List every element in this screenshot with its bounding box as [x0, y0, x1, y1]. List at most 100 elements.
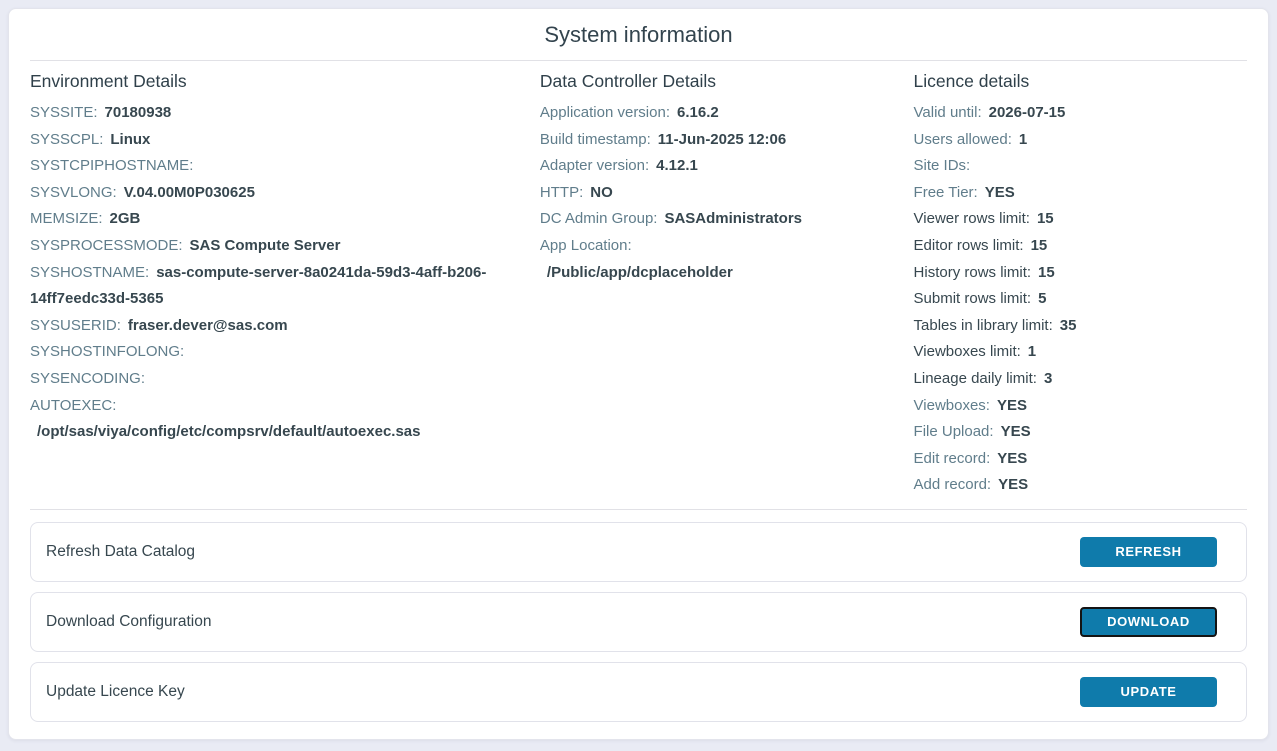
- section-title-environment: Environment Details: [30, 71, 526, 92]
- info-value: 35: [1060, 317, 1077, 334]
- info-label: Adapter version:: [540, 157, 649, 174]
- info-row: SYSSCPL: Linux: [30, 127, 526, 154]
- info-value: YES: [997, 397, 1027, 414]
- info-value: 15: [1031, 237, 1048, 254]
- info-label: Add record:: [914, 476, 992, 493]
- info-row: SYSHOSTNAME:sas-compute-server-8a0241da-…: [30, 260, 526, 313]
- info-row: Users allowed: 1: [914, 127, 1233, 154]
- info-row: Submit rows limit:5: [914, 286, 1233, 313]
- info-value: 4.12.1: [656, 157, 698, 174]
- info-value: YES: [1001, 423, 1031, 440]
- info-row: SYSUSERID: fraser.dever@sas.com: [30, 313, 526, 340]
- actions-divider: [30, 509, 1247, 510]
- info-label: Site IDs:: [914, 157, 971, 174]
- info-label: Free Tier:: [914, 184, 978, 201]
- info-value: 15: [1037, 210, 1054, 227]
- system-information-card: System information Environment Details S…: [8, 8, 1269, 740]
- info-label: SYSHOSTNAME:: [30, 264, 149, 281]
- info-value: fraser.dever@sas.com: [128, 317, 288, 334]
- info-label: Lineage daily limit:: [914, 370, 1037, 387]
- action-label: Refresh Data Catalog: [46, 543, 195, 561]
- info-label: HTTP:: [540, 184, 583, 201]
- info-label: SYSVLONG:: [30, 184, 117, 201]
- info-row: History rows limit: 15: [914, 260, 1233, 287]
- page-title: System information: [30, 22, 1247, 61]
- info-label: SYSHOSTINFOLONG:: [30, 343, 184, 360]
- info-label: Application version:: [540, 104, 670, 121]
- info-row: Site IDs:: [914, 153, 1233, 180]
- info-row: SYSPROCESSMODE: SAS Compute Server: [30, 233, 526, 260]
- info-row: SYSVLONG: V.04.00M0P030625: [30, 180, 526, 207]
- info-value: NO: [590, 184, 613, 201]
- info-label: MEMSIZE:: [30, 210, 103, 227]
- info-row: SYSSITE:70180938: [30, 100, 526, 127]
- licence-details-section: Licence details Valid until: 2026-07-15 U…: [914, 67, 1247, 499]
- info-row: MEMSIZE: 2GB: [30, 206, 526, 233]
- info-label: DC Admin Group:: [540, 210, 658, 227]
- info-value: YES: [998, 476, 1028, 493]
- info-row: Lineage daily limit: 3: [914, 366, 1233, 393]
- info-label: Viewboxes limit:: [914, 343, 1021, 360]
- details-columns: Environment Details SYSSITE:70180938 SYS…: [22, 67, 1255, 499]
- refresh-button[interactable]: REFRESH: [1080, 537, 1217, 567]
- info-row: SYSTCPIPHOSTNAME:: [30, 153, 526, 180]
- info-value: YES: [997, 450, 1027, 467]
- info-label: SYSSCPL:: [30, 131, 103, 148]
- data-controller-details-section: Data Controller Details Application vers…: [540, 67, 914, 499]
- info-label: Editor rows limit:: [914, 237, 1024, 254]
- info-value: 1: [1028, 343, 1036, 360]
- info-value: 15: [1038, 264, 1055, 281]
- info-row: Free Tier: YES: [914, 180, 1233, 207]
- info-value: V.04.00M0P030625: [124, 184, 255, 201]
- info-label: History rows limit:: [914, 264, 1032, 281]
- info-label: Tables in library limit:: [914, 317, 1053, 334]
- section-title-licence: Licence details: [914, 71, 1233, 92]
- info-value: 2GB: [110, 210, 141, 227]
- info-label: Build timestamp:: [540, 131, 651, 148]
- info-label: Viewer rows limit:: [914, 210, 1030, 227]
- info-value: 3: [1044, 370, 1052, 387]
- info-label: Users allowed:: [914, 131, 1012, 148]
- info-row: Edit record: YES: [914, 446, 1233, 473]
- info-value: 11-Jun-2025 12:06: [658, 131, 786, 148]
- action-label: Download Configuration: [46, 613, 211, 631]
- info-value: 2026-07-15: [989, 104, 1066, 121]
- info-row: DC Admin Group: SASAdministrators: [540, 206, 900, 233]
- info-row: Viewboxes: YES: [914, 393, 1233, 420]
- info-label: AUTOEXEC:: [30, 397, 116, 414]
- info-value: Linux: [110, 131, 150, 148]
- info-row: Build timestamp: 11-Jun-2025 12:06: [540, 127, 900, 154]
- info-row: Editor rows limit: 15: [914, 233, 1233, 260]
- info-label: File Upload:: [914, 423, 994, 440]
- app-location-path: /Public/app/dcplaceholder: [540, 260, 900, 287]
- action-update-licence-key: Update Licence Key UPDATE: [30, 662, 1247, 722]
- info-row: HTTP: NO: [540, 180, 900, 207]
- info-row: AUTOEXEC:: [30, 393, 526, 420]
- info-row: App Location:: [540, 233, 900, 260]
- update-button[interactable]: UPDATE: [1080, 677, 1217, 707]
- info-label: SYSUSERID:: [30, 317, 121, 334]
- info-label: Valid until:: [914, 104, 982, 121]
- info-value: YES: [985, 184, 1015, 201]
- environment-details-section: Environment Details SYSSITE:70180938 SYS…: [30, 67, 540, 499]
- info-label: Edit record:: [914, 450, 991, 467]
- info-value: SAS Compute Server: [190, 237, 341, 254]
- info-label: SYSENCODING:: [30, 370, 145, 387]
- info-value: 1: [1019, 131, 1027, 148]
- action-refresh-data-catalog: Refresh Data Catalog REFRESH: [30, 522, 1247, 582]
- info-row: SYSENCODING:: [30, 366, 526, 393]
- info-value: 6.16.2: [677, 104, 719, 121]
- info-value: 70180938: [105, 104, 172, 121]
- info-label: Viewboxes:: [914, 397, 990, 414]
- download-button[interactable]: DOWNLOAD: [1080, 607, 1217, 637]
- info-row: Add record: YES: [914, 472, 1233, 499]
- info-value: SASAdministrators: [664, 210, 802, 227]
- info-value: 5: [1038, 290, 1046, 307]
- info-row: Tables in library limit: 35: [914, 313, 1233, 340]
- info-label: SYSPROCESSMODE:: [30, 237, 183, 254]
- info-row: Adapter version: 4.12.1: [540, 153, 900, 180]
- info-row: Application version: 6.16.2: [540, 100, 900, 127]
- info-row: File Upload: YES: [914, 419, 1233, 446]
- info-row: SYSHOSTINFOLONG:: [30, 339, 526, 366]
- info-row: Viewer rows limit: 15: [914, 206, 1233, 233]
